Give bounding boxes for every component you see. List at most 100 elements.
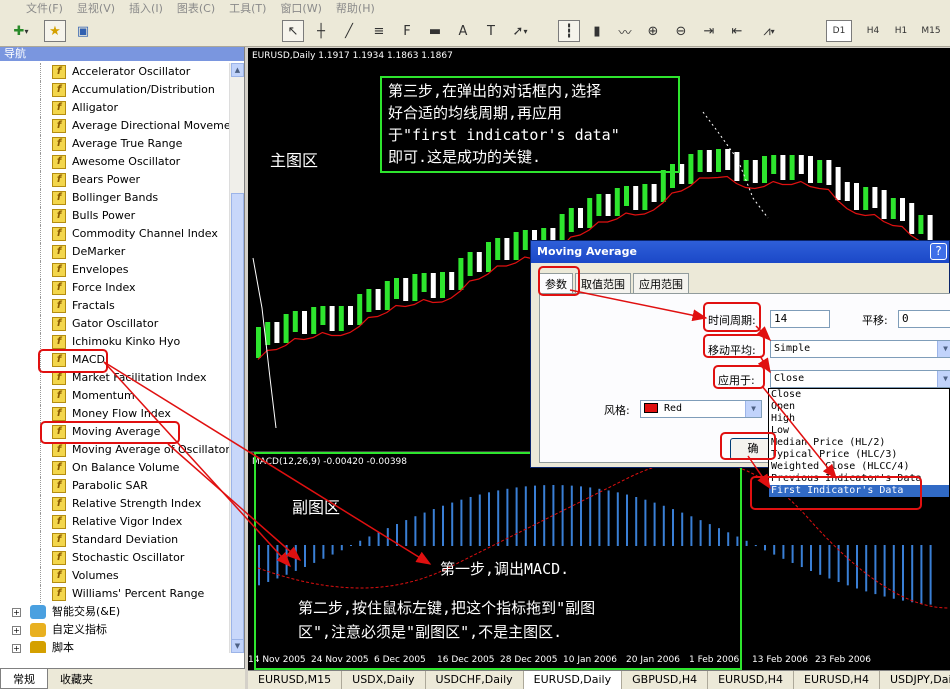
timeframe-d1[interactable]: D1 bbox=[826, 20, 852, 42]
scroll-thumb[interactable] bbox=[231, 193, 244, 653]
tab-visualization[interactable]: 应用范围 bbox=[633, 273, 689, 294]
chart-tab[interactable]: USDX,Daily bbox=[342, 671, 426, 689]
line-chart-icon[interactable]: 〰 bbox=[614, 20, 636, 42]
chart-tab[interactable]: USDJPY,Daily bbox=[880, 671, 950, 689]
color-select[interactable]: Red ▼ bbox=[640, 400, 762, 418]
chevron-down-icon[interactable]: ▼ bbox=[937, 371, 950, 387]
period-input[interactable]: 14 bbox=[770, 310, 830, 328]
indicator-item[interactable]: f Bollinger Bands bbox=[0, 189, 230, 207]
chart-tab[interactable]: EURUSD,H4 bbox=[794, 671, 880, 689]
apply-option[interactable]: High bbox=[769, 413, 949, 425]
candle-chart-icon[interactable]: ▮ bbox=[586, 20, 608, 42]
indicator-item[interactable]: f Williams' Percent Range bbox=[0, 585, 230, 603]
sub-window-highlight bbox=[254, 452, 742, 670]
arrows-icon[interactable]: ➚ ▾ bbox=[506, 20, 534, 42]
tab-favorites[interactable]: 收藏夹 bbox=[48, 669, 105, 689]
menu-help[interactable]: 帮助(H) bbox=[336, 0, 375, 16]
hline-icon[interactable]: ≡ bbox=[368, 20, 390, 42]
indicator-item[interactable]: f Average True Range bbox=[0, 135, 230, 153]
indicators-icon[interactable]: ⩘ ▾ bbox=[754, 20, 784, 42]
apply-select[interactable]: Close ▼ bbox=[770, 370, 950, 388]
indicator-item[interactable]: f Relative Vigor Index bbox=[0, 513, 230, 531]
menu-window[interactable]: 窗口(W) bbox=[280, 0, 321, 16]
text-icon[interactable]: A bbox=[452, 20, 474, 42]
indicator-item[interactable]: f On Balance Volume bbox=[0, 459, 230, 477]
label-icon[interactable]: T bbox=[480, 20, 502, 42]
indicator-item[interactable]: f Force Index bbox=[0, 279, 230, 297]
navigator-scrollbar[interactable]: ▲ ▼ bbox=[229, 63, 244, 653]
indicator-item[interactable]: f Market Facilitation Index bbox=[0, 369, 230, 387]
fibo-icon[interactable]: F bbox=[396, 20, 418, 42]
chart-tab[interactable]: USDCHF,Daily bbox=[426, 671, 524, 689]
indicator-item[interactable]: f Stochastic Oscillator bbox=[0, 549, 230, 567]
indicator-item[interactable]: f Envelopes bbox=[0, 261, 230, 279]
method-select[interactable]: Simple ▼ bbox=[770, 340, 950, 358]
chevron-down-icon[interactable]: ▼ bbox=[745, 401, 761, 417]
favorites-icon[interactable]: ★ bbox=[44, 20, 66, 42]
apply-option[interactable]: Weighted Close (HLCC/4) bbox=[769, 461, 949, 473]
navigator-group[interactable]: + 脚本 bbox=[0, 639, 230, 653]
indicator-item[interactable]: f Accelerator Oscillator bbox=[0, 63, 230, 81]
indicator-item[interactable]: f Commodity Channel Index bbox=[0, 225, 230, 243]
indicator-item[interactable]: f Awesome Oscillator bbox=[0, 153, 230, 171]
indicator-item[interactable]: f MACD bbox=[0, 351, 230, 369]
chart-tab[interactable]: EURUSD,M15 bbox=[248, 671, 343, 689]
cursor-icon[interactable]: ↖ bbox=[282, 20, 304, 42]
scroll-up-icon[interactable]: ▲ bbox=[231, 63, 244, 77]
style-label: 风格: bbox=[604, 404, 630, 417]
new-chart-icon[interactable]: ✚ ▾ bbox=[6, 20, 36, 42]
menu-view[interactable]: 显视(V) bbox=[77, 0, 115, 16]
menu-insert[interactable]: 插入(I) bbox=[129, 0, 163, 16]
tab-levels[interactable]: 取值范围 bbox=[575, 273, 631, 294]
help-icon[interactable]: ? bbox=[930, 243, 947, 260]
zoom-in-icon[interactable]: ⊕ bbox=[642, 20, 664, 42]
indicator-item[interactable]: f Gator Oscillator bbox=[0, 315, 230, 333]
apply-option[interactable]: Typical Price (HLC/3) bbox=[769, 449, 949, 461]
tab-common[interactable]: 常规 bbox=[0, 669, 48, 689]
chart-tab[interactable]: EURUSD,H4 bbox=[708, 671, 795, 689]
trendline-icon[interactable]: ╱ bbox=[338, 20, 360, 42]
indicator-item[interactable]: f Standard Deviation bbox=[0, 531, 230, 549]
bar-chart-icon[interactable]: ┇ bbox=[558, 20, 580, 42]
timeframe-m15[interactable]: M15 bbox=[916, 20, 946, 42]
indicator-item[interactable]: f Relative Strength Index bbox=[0, 495, 230, 513]
indicator-item[interactable]: f DeMarker bbox=[0, 243, 230, 261]
shift-input[interactable]: 0 bbox=[898, 310, 950, 328]
menu-file[interactable]: 文件(F) bbox=[26, 0, 63, 16]
chevron-down-icon[interactable]: ▼ bbox=[937, 341, 950, 357]
expand-icon[interactable]: + bbox=[12, 626, 21, 635]
apply-option[interactable]: Open bbox=[769, 401, 949, 413]
tree-line bbox=[40, 531, 41, 549]
zoom-out-icon[interactable]: ⊖ bbox=[670, 20, 692, 42]
apply-option[interactable]: Low bbox=[769, 425, 949, 437]
navigator-group[interactable]: + 智能交易(&E) bbox=[0, 603, 230, 621]
tree-line bbox=[40, 153, 41, 171]
indicator-item[interactable]: f Alligator bbox=[0, 99, 230, 117]
indicator-item[interactable]: f Fractals bbox=[0, 297, 230, 315]
indicator-item[interactable]: f Ichimoku Kinko Hyo bbox=[0, 333, 230, 351]
autoscroll-icon[interactable]: ⇥ bbox=[698, 20, 720, 42]
chart-tab[interactable]: GBPUSD,H4 bbox=[622, 671, 709, 689]
rectangle-icon[interactable]: ▬ bbox=[424, 20, 446, 42]
chart-tab[interactable]: EURUSD,Daily bbox=[523, 671, 623, 689]
indicator-item[interactable]: f Bears Power bbox=[0, 171, 230, 189]
indicator-item[interactable]: f Momentum bbox=[0, 387, 230, 405]
menu-tools[interactable]: 工具(T) bbox=[229, 0, 266, 16]
timeframe-h1[interactable]: H1 bbox=[888, 20, 914, 42]
indicator-item[interactable]: f Average Directional Movement Index bbox=[0, 117, 230, 135]
apply-option[interactable]: Median Price (HL/2) bbox=[769, 437, 949, 449]
indicator-item[interactable]: f Parabolic SAR bbox=[0, 477, 230, 495]
expand-icon[interactable]: + bbox=[12, 644, 21, 653]
navigator-group[interactable]: + 自定义指标 bbox=[0, 621, 230, 639]
expand-icon[interactable]: + bbox=[12, 608, 21, 617]
navigator-toggle-icon[interactable]: ▣ bbox=[72, 20, 94, 42]
scroll-down-icon[interactable]: ▼ bbox=[231, 639, 244, 653]
crosshair-icon[interactable]: ┼ bbox=[310, 20, 332, 42]
indicator-item[interactable]: f Accumulation/Distribution bbox=[0, 81, 230, 99]
indicator-item[interactable]: f Bulls Power bbox=[0, 207, 230, 225]
timeframe-h4[interactable]: H4 bbox=[860, 20, 886, 42]
menu-chart[interactable]: 图表(C) bbox=[177, 0, 215, 16]
apply-option[interactable]: Close bbox=[769, 389, 949, 401]
indicator-item[interactable]: f Volumes bbox=[0, 567, 230, 585]
chart-shift-icon[interactable]: ⇤ bbox=[726, 20, 748, 42]
